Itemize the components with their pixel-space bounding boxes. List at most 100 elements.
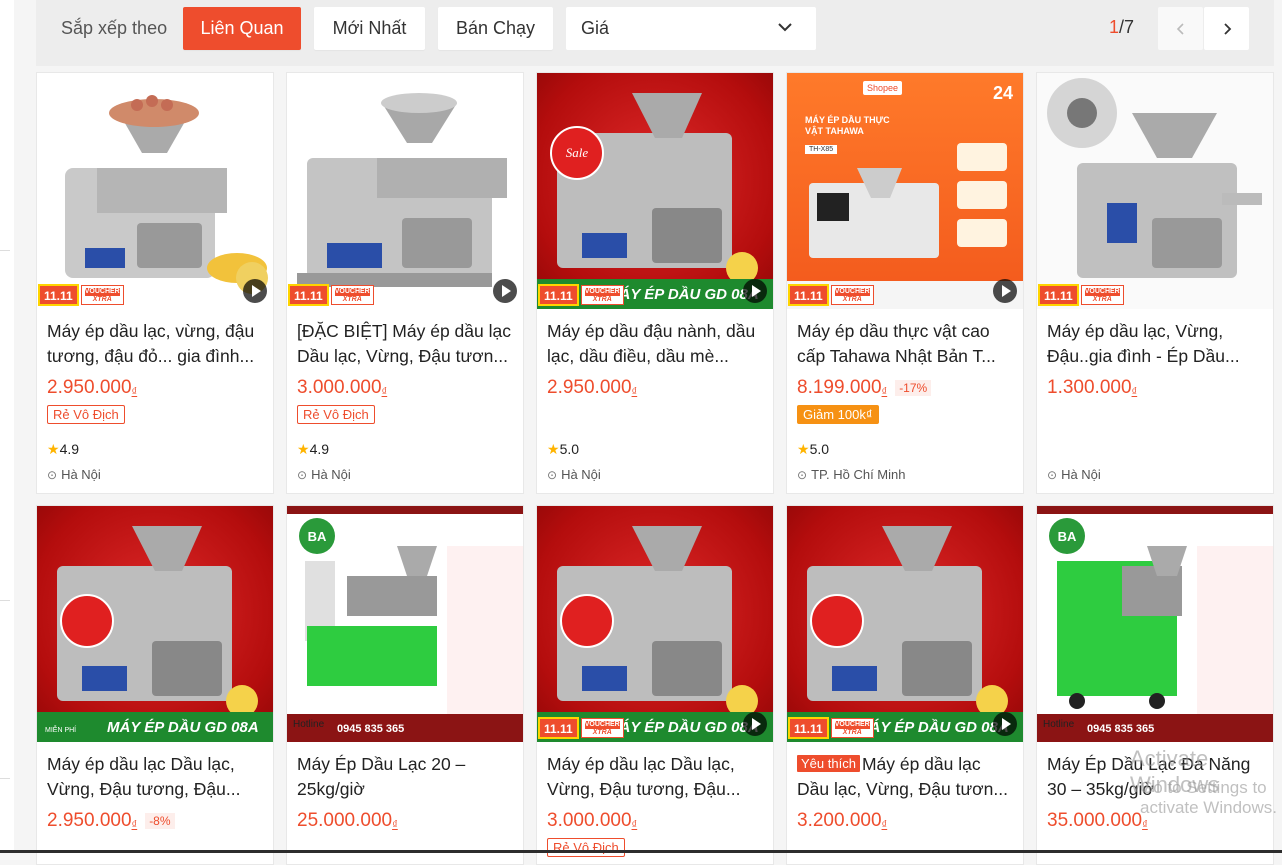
product-price: 2.950.000₫	[47, 377, 137, 399]
voucher-text: VOUCHER	[335, 288, 370, 296]
product-image[interactable]: Shopee 24 MÁY ÉP DẦU THỰC VẬT TAHAWA TH-…	[787, 73, 1023, 309]
product-image[interactable]: 11.11 VOUCHERXTRA	[37, 73, 273, 309]
xtra-text: XTRA	[93, 296, 112, 303]
next-page-button[interactable]	[1204, 7, 1249, 50]
product-image[interactable]: MÁY ÉP DẦU GD 08A 11.11 VOUCHERXTRA	[787, 506, 1023, 742]
promo-chip: Rẻ Vô Địch	[297, 405, 375, 424]
price-sort-select[interactable]: Giá	[566, 7, 816, 50]
product-price: 25.000.000₫	[297, 810, 398, 832]
favorite-tag: Yêu thích	[797, 755, 860, 772]
voucher-text: VOUCHER	[835, 721, 870, 729]
chevron-left-icon	[1175, 22, 1187, 36]
sort-bestselling-button[interactable]: Bán Chạy	[438, 7, 553, 50]
voucher-xtra-badge: VOUCHERXTRA	[331, 285, 374, 305]
rating: ★4.9	[47, 441, 79, 458]
product-image[interactable]: 11.11 VOUCHERXTRA	[1037, 73, 1273, 309]
star-icon: ★	[297, 441, 310, 457]
location: ⊙Hà Nội	[297, 467, 351, 482]
promo-badge: 11.11 VOUCHERXTRA	[1037, 281, 1273, 309]
product-title[interactable]: Yêu thíchMáy ép dầu lạc Dầu lạc, Vừng, Đ…	[797, 752, 1013, 802]
voucher-chip: Giảm 100k₫	[797, 405, 879, 424]
sale-1111-badge: 11.11	[538, 284, 579, 306]
voucher-text: VOUCHER	[585, 288, 620, 296]
play-video-icon[interactable]	[743, 712, 767, 736]
product-title[interactable]: Máy ép dầu lạc, Vừng, Đậu..gia đình - Ép…	[1047, 319, 1263, 369]
product-card[interactable]: Shopee 24 MÁY ÉP DẦU THỰC VẬT TAHAWA TH-…	[786, 72, 1024, 494]
product-title[interactable]: [ĐẶC BIỆT] Máy ép dầu lạc Dầu lạc, Vừng,…	[297, 319, 513, 369]
voucher-text: VOUCHER	[585, 721, 620, 729]
oil-press-image	[787, 506, 1023, 742]
voucher-xtra-badge: VOUCHERXTRA	[581, 718, 624, 738]
product-card[interactable]: MÁY ÉP DẦU GD 08A 11.11 VOUCHERXTRA Yêu …	[786, 505, 1024, 865]
location: ⊙Hà Nội	[47, 467, 101, 482]
voucher-xtra-badge: VOUCHERXTRA	[581, 285, 624, 305]
total-pages: /7	[1119, 17, 1134, 37]
svg-text:Sale: Sale	[566, 145, 589, 160]
voucher-text: VOUCHER	[85, 288, 120, 296]
product-card[interactable]: BA Hotline 0945 835 365 Máy Ép Dầu Lạc 2…	[286, 505, 524, 865]
divider	[0, 778, 10, 779]
product-image[interactable]: MÁY ÉP DẦU GD 08A 11.11 VOUCHERXTRA	[537, 506, 773, 742]
product-card[interactable]: MIỄN PHÍ MÁY ÉP DẦU GD 08A Máy ép dầu lạ…	[36, 505, 274, 865]
sale-1111-badge: 11.11	[288, 284, 329, 306]
oil-press-image	[37, 73, 273, 309]
price-select-label: Giá	[581, 18, 609, 39]
product-title[interactable]: Máy ép dầu lạc Dầu lạc, Vừng, Đậu tương,…	[547, 752, 763, 802]
play-video-icon[interactable]	[993, 712, 1017, 736]
product-card[interactable]: Sale MÁY ÉP DẦU GD 08A 11.11 VOUCHERXTRA…	[536, 72, 774, 494]
oil-press-image: Sale	[537, 73, 773, 309]
product-card[interactable]: 11.11 VOUCHERXTRA Máy ép dầu lạc, vừng, …	[36, 72, 274, 494]
star-icon: ★	[547, 441, 560, 457]
location: ⊙TP. Hồ Chí Minh	[797, 467, 905, 482]
oil-press-image: BA	[287, 506, 523, 742]
location: ⊙Hà Nội	[1047, 467, 1101, 482]
voucher-xtra-badge: VOUCHERXTRA	[831, 285, 874, 305]
product-card[interactable]: 11.11 VOUCHERXTRA Máy ép dầu lạc, Vừng, …	[1036, 72, 1274, 494]
product-card[interactable]: 11.11 VOUCHERXTRA [ĐẶC BIỆT] Máy ép dầu …	[286, 72, 524, 494]
product-image[interactable]: 11.11 VOUCHERXTRA	[287, 73, 523, 309]
play-video-icon[interactable]	[493, 279, 517, 303]
play-video-icon[interactable]	[243, 279, 267, 303]
product-price: 35.000.000₫	[1047, 810, 1148, 832]
sort-label: Sắp xếp theo	[61, 18, 167, 39]
oil-press-image	[37, 506, 273, 742]
play-video-icon[interactable]	[993, 279, 1017, 303]
star-icon: ★	[47, 441, 60, 457]
product-price: 1.300.000₫	[1047, 377, 1137, 399]
promo-chip: Rẻ Vô Địch	[547, 838, 625, 857]
hotline-number: 0945 835 365	[337, 723, 404, 735]
promo-badge: 11.11 VOUCHERXTRA	[37, 281, 273, 309]
sort-relevant-button[interactable]: Liên Quan	[183, 7, 301, 50]
oil-press-image: BA	[1037, 506, 1273, 742]
sale-1111-badge: 11.11	[788, 284, 829, 306]
sale-1111-badge: 11.11	[38, 284, 79, 306]
product-image[interactable]: BA Hotline 0945 835 365	[287, 506, 523, 742]
product-image[interactable]: BA Hotline 0945 835 365	[1037, 506, 1273, 742]
rating: ★5.0	[547, 441, 579, 458]
play-video-icon[interactable]	[743, 279, 767, 303]
product-title[interactable]: Máy Ép Dầu Lạc 20 – 25kg/giờ	[297, 752, 513, 802]
product-title[interactable]: Máy ép dầu thực vật cao cấp Tahawa Nhật …	[797, 319, 1013, 369]
free-ship-badge: MIỄN PHÍ	[41, 725, 80, 736]
hotline-label: Hotline	[1043, 719, 1074, 730]
prev-page-button[interactable]	[1158, 7, 1203, 50]
pin-icon: ⊙	[47, 468, 57, 482]
product-title[interactable]: Máy ép dầu lạc, vừng, đậu tương, đậu đỏ.…	[47, 319, 263, 369]
product-title[interactable]: Máy ép dầu đậu nành, dầu lạc, dầu điều, …	[547, 319, 763, 369]
product-price: 2.950.000₫	[547, 377, 637, 399]
hotline-label: Hotline	[293, 719, 324, 730]
pin-icon: ⊙	[1047, 468, 1057, 482]
promo-badge: 11.11 VOUCHERXTRA	[287, 281, 523, 309]
pin-icon: ⊙	[297, 468, 307, 482]
sort-newest-button[interactable]: Mới Nhất	[314, 7, 425, 50]
product-card[interactable]: MÁY ÉP DẦU GD 08A 11.11 VOUCHERXTRA Máy …	[536, 505, 774, 865]
divider	[0, 250, 10, 251]
sort-bar: Sắp xếp theo Liên Quan Mới Nhất Bán Chạy…	[36, 0, 1274, 66]
product-image[interactable]: Sale MÁY ÉP DẦU GD 08A 11.11 VOUCHERXTRA	[537, 73, 773, 309]
voucher-text: VOUCHER	[1085, 288, 1120, 296]
product-image[interactable]: MIỄN PHÍ MÁY ÉP DẦU GD 08A	[37, 506, 273, 742]
product-title[interactable]: Máy ép dầu lạc Dầu lạc, Vừng, Đậu tương,…	[47, 752, 263, 802]
xtra-text: XTRA	[1093, 296, 1112, 303]
activate-windows-subtext: Go to Settings to activate Windows.	[1140, 778, 1282, 818]
product-price: 3.000.000₫	[297, 377, 387, 399]
